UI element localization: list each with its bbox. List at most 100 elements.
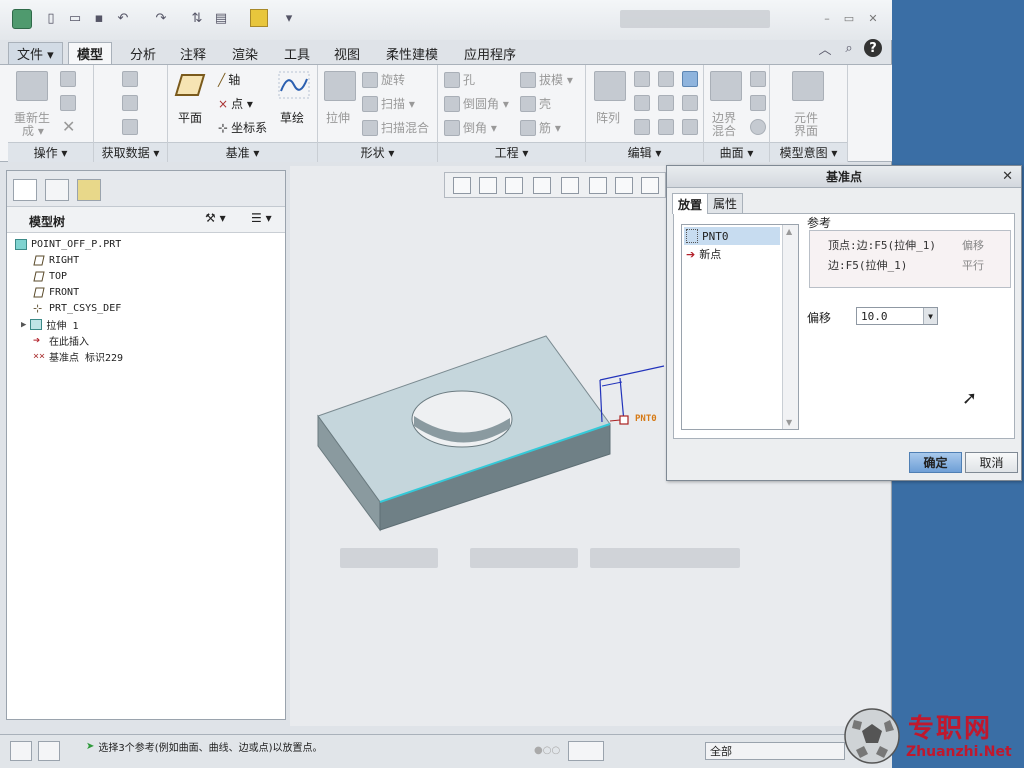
- tab-file[interactable]: 文件 ▾: [8, 42, 63, 64]
- regenerate-button-2[interactable]: 成 ▾: [22, 122, 44, 139]
- csys-button[interactable]: ⊹ 坐标系: [218, 119, 267, 136]
- extend-icon[interactable]: [658, 71, 674, 87]
- list-item-pnt0[interactable]: PNT0: [684, 227, 780, 245]
- copy-icon[interactable]: [60, 71, 76, 87]
- datum-label[interactable]: 基准 ▾: [168, 142, 317, 162]
- tree-item-part[interactable]: POINT_OFF_P.PRT: [15, 237, 121, 252]
- windows-icon[interactable]: ▤: [212, 9, 230, 27]
- tab-render[interactable]: 渲染: [224, 42, 266, 64]
- refit-icon[interactable]: [453, 177, 471, 194]
- tab-view[interactable]: 视图: [326, 42, 368, 64]
- regenerate-icon[interactable]: ⇅: [188, 9, 206, 27]
- project-icon[interactable]: [682, 71, 698, 87]
- model-intent-label[interactable]: 模型意图 ▾: [770, 142, 847, 162]
- draft-button[interactable]: 拔模 ▾: [520, 71, 573, 88]
- folder-browser-tab[interactable]: [45, 179, 69, 201]
- component-interface-button-2[interactable]: 界面: [794, 122, 818, 139]
- cancel-button[interactable]: 取消: [965, 452, 1018, 473]
- repaint-icon[interactable]: [533, 177, 551, 194]
- dialog-close-icon[interactable]: ✕: [1002, 169, 1013, 184]
- browser-toggle-icon[interactable]: [38, 741, 60, 761]
- round-button[interactable]: 倒圆角 ▾: [444, 95, 509, 112]
- swept-blend-button[interactable]: 扫描混合: [362, 119, 429, 136]
- shapes-label[interactable]: 形状 ▾: [318, 142, 437, 162]
- list-item-new-point[interactable]: ➔ 新点: [684, 245, 780, 263]
- zoom-out-icon[interactable]: [505, 177, 523, 194]
- display-style-icon[interactable]: [561, 177, 579, 194]
- reference-2-mode[interactable]: 平行: [962, 257, 984, 273]
- tab-analysis[interactable]: 分析: [122, 42, 164, 64]
- chevron-down-icon[interactable]: ▼: [923, 308, 937, 324]
- delete-icon[interactable]: ✕: [62, 117, 75, 136]
- minimize-button[interactable]: –: [820, 12, 834, 25]
- point-list[interactable]: PNT0 ➔ 新点 ▲ ▼: [681, 224, 799, 430]
- chamfer-button[interactable]: 倒角 ▾: [444, 119, 497, 136]
- tree-item-right[interactable]: RIGHT: [33, 253, 79, 268]
- tree-settings-button[interactable]: ⚒ ▾: [205, 211, 235, 229]
- trim-icon[interactable]: [658, 95, 674, 111]
- offset-input[interactable]: 10.0 ▼: [856, 307, 938, 325]
- user-defined-feature-icon[interactable]: [122, 71, 138, 87]
- pattern-button[interactable]: 阵列: [596, 109, 620, 126]
- tab-flexible-modeling[interactable]: 柔性建模: [378, 42, 446, 64]
- customize-qa-icon[interactable]: ▾: [280, 9, 298, 27]
- engineering-label[interactable]: 工程 ▾: [438, 142, 585, 162]
- selection-filter[interactable]: 全部: [705, 742, 845, 760]
- revolve-button[interactable]: 旋转: [362, 71, 405, 88]
- close-button[interactable]: ✕: [866, 12, 880, 25]
- point-list-scrollbar[interactable]: ▲ ▼: [782, 225, 798, 429]
- tab-applications[interactable]: 应用程序: [456, 42, 524, 64]
- save-icon[interactable]: ▪: [90, 9, 108, 27]
- surfaces-label[interactable]: 曲面 ▾: [704, 142, 769, 162]
- tree-item-top[interactable]: TOP: [33, 269, 67, 284]
- undo-icon[interactable]: ↶: [114, 9, 132, 27]
- sweep-button[interactable]: 扫描 ▾: [362, 95, 415, 112]
- copy-geometry-icon[interactable]: [122, 95, 138, 111]
- new-file-icon[interactable]: ▯: [42, 9, 60, 27]
- tab-tools[interactable]: 工具: [276, 42, 318, 64]
- tree-item-extrude[interactable]: ▶ 拉伸 1: [21, 317, 78, 332]
- paste-icon[interactable]: [60, 95, 76, 111]
- tab-model[interactable]: 模型: [68, 42, 113, 64]
- rib-button[interactable]: 筋 ▾: [520, 119, 561, 136]
- shell-button[interactable]: 壳: [520, 95, 551, 112]
- editing-label[interactable]: 编辑 ▾: [586, 142, 703, 162]
- search-icon[interactable]: ⌕: [840, 39, 858, 57]
- extrude-button[interactable]: 拉伸: [326, 109, 350, 126]
- get-data-label[interactable]: 获取数据 ▾: [94, 142, 167, 162]
- references-box[interactable]: 顶点:边:F5(拉伸_1) 偏移 边:F5(拉伸_1) 平行: [809, 230, 1011, 288]
- navigator-toggle-icon[interactable]: [10, 741, 32, 761]
- hole-button[interactable]: 孔: [444, 71, 475, 88]
- favorites-tab[interactable]: [77, 179, 101, 201]
- mirror-icon[interactable]: [634, 71, 650, 87]
- plane-button[interactable]: 平面: [178, 109, 202, 126]
- datum-display-icon[interactable]: [641, 177, 659, 194]
- tab-properties[interactable]: 属性: [707, 193, 744, 213]
- redo-icon[interactable]: ↷: [152, 9, 170, 27]
- reference-1[interactable]: 顶点:边:F5(拉伸_1): [828, 237, 936, 253]
- reference-2[interactable]: 边:F5(拉伸_1): [828, 257, 907, 273]
- collapse-ribbon-icon[interactable]: ︿: [816, 39, 834, 58]
- axis-button[interactable]: ╱ 轴: [218, 71, 240, 88]
- solidify-icon[interactable]: [658, 119, 674, 135]
- close-window-icon[interactable]: [250, 9, 268, 27]
- scroll-up-icon[interactable]: ▲: [786, 227, 792, 236]
- ok-button[interactable]: 确定: [909, 452, 962, 473]
- saved-orientations-icon[interactable]: [589, 177, 607, 194]
- thicken-icon[interactable]: [682, 119, 698, 135]
- tab-annotate[interactable]: 注释: [172, 42, 214, 64]
- boundary-blend-button-2[interactable]: 混合: [712, 122, 736, 139]
- open-file-icon[interactable]: ▭: [66, 9, 84, 27]
- shrinkwrap-icon[interactable]: [122, 119, 138, 135]
- restore-button[interactable]: ▭: [842, 12, 856, 25]
- model-tree-tab[interactable]: [13, 179, 37, 201]
- style-icon[interactable]: [750, 95, 766, 111]
- tree-columns-button[interactable]: ☰ ▾: [251, 211, 281, 229]
- find-binoculars-icon[interactable]: [568, 741, 604, 761]
- fill-icon[interactable]: [750, 71, 766, 87]
- operations-label[interactable]: 操作 ▾: [8, 142, 93, 162]
- tree-item-insert-here[interactable]: ➔ 在此插入: [33, 333, 89, 348]
- sketch-button[interactable]: 草绘: [280, 109, 304, 126]
- reference-1-mode[interactable]: 偏移: [962, 237, 984, 253]
- tree-item-front[interactable]: FRONT: [33, 285, 79, 300]
